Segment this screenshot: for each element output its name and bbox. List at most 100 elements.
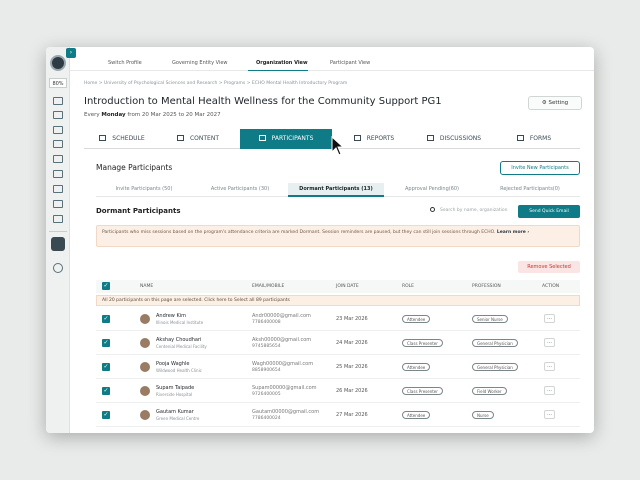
info-text: Participants who miss sessions based on … [102,230,496,235]
send-quick-email-button[interactable]: Send Quick Email [518,205,580,218]
table-header: ✓ NAME EMAIL/MOBILE JOIN DATE ROLE PROFE… [96,280,580,293]
help-icon[interactable] [53,263,63,273]
tab-forms[interactable]: FORMS [496,129,572,149]
participant-org: Wildwood Health Clinic [156,368,202,373]
form-icon [516,135,524,141]
role-badge: Attendee [402,363,431,371]
document-icon[interactable] [53,126,63,134]
breadcrumb[interactable]: Home > University of Psychological Scien… [84,81,347,86]
row-action-menu[interactable]: … [544,386,555,395]
participant-phone: 7786400008 [252,320,281,325]
column-name[interactable]: NAME [140,284,153,289]
tab-reports-label: REPORTS [366,135,395,142]
tab-discussions-label: DISCUSSIONS [439,135,482,142]
setting-button[interactable]: ⚙ Setting [528,96,582,110]
search-input[interactable]: Search by name, organization [430,205,526,217]
chart-icon[interactable] [53,111,63,119]
invite-new-participants-button[interactable]: Invite New Participants [500,161,580,175]
tab-reports[interactable]: REPORTS [336,129,412,149]
row-action-menu[interactable]: … [544,362,555,371]
profession-badge: General Physician [472,339,518,347]
role-badge: Class Presenter [402,339,443,347]
governing-entity-view-link[interactable]: Governing Entity View [172,60,227,66]
calendar-icon[interactable] [53,155,63,163]
mouse-cursor-icon [331,136,345,156]
select-all-checkbox[interactable]: ✓ [102,282,110,290]
calendar-icon [99,135,107,141]
select-all-banner[interactable]: All 20 participants on this page are sel… [96,295,580,306]
message-icon[interactable] [53,185,63,193]
organization-view-link[interactable]: Organization View [256,60,308,66]
role-badge: Attendee [402,315,431,323]
tab-participants[interactable]: PARTICIPANTS [240,129,332,149]
tab-participants-label: PARTICIPANTS [271,135,314,142]
column-profession[interactable]: PROFESSION [472,284,501,289]
dormant-info-banner: Participants who miss sessions based on … [96,225,580,247]
role-badge: Class Presenter [402,387,443,395]
participant-email: Andr00000@gmail.com [252,313,311,319]
profession-badge: Nurse [472,411,494,419]
search-icon [430,207,435,212]
avatar [140,362,150,372]
setting-button-label: Setting [548,100,569,106]
expand-sidebar-button[interactable]: › [66,48,76,58]
participant-org: Centenial Medical Facility [156,344,207,349]
column-role[interactable]: ROLE [402,284,414,289]
avatar [140,410,150,420]
profession-badge: Senior Nurse [472,315,508,323]
home-icon[interactable] [53,97,63,105]
document-icon [176,135,184,141]
tab-content[interactable]: CONTENT [160,129,236,149]
subtab-active[interactable]: Active Participants (30) [192,183,288,197]
switch-profile-link[interactable]: Switch Profile [108,60,142,66]
manage-participants-heading: Manage Participants [96,163,173,172]
column-email[interactable]: EMAIL/MOBILE [252,284,284,289]
search-placeholder: Search by name, organization [440,208,508,213]
schedule-prefix: Every [84,112,100,118]
row-checkbox[interactable]: ✓ [102,363,110,371]
participant-view-link[interactable]: Participant View [330,60,370,66]
tab-schedule[interactable]: SCHEDULE [84,129,160,149]
join-date: 26 Mar 2026 [336,388,368,394]
remove-selected-button[interactable]: Remove Selected [518,261,580,273]
row-checkbox[interactable]: ✓ [102,387,110,395]
row-checkbox[interactable]: ✓ [102,339,110,347]
row-checkbox[interactable]: ✓ [102,411,110,419]
table-row: ✓ Andrew Kim Illinois Medical Institute … [96,307,580,331]
user-avatar[interactable] [51,237,65,251]
join-date: 24 Mar 2026 [336,340,368,346]
subtab-invite[interactable]: Invite Participants (50) [96,183,192,197]
app-logo[interactable] [50,55,66,71]
row-checkbox[interactable]: ✓ [102,315,110,323]
subtab-rejected[interactable]: Rejected Participants(0) [480,183,580,197]
app-window: 80% Switch Profile Governing Entity View… [46,47,594,433]
tab-schedule-label: SCHEDULE [112,135,145,142]
row-action-menu[interactable]: … [544,338,555,347]
participant-name: Pooja Waghle [156,361,190,367]
role-badge: Attendee [402,411,431,419]
tab-discussions[interactable]: DISCUSSIONS [412,129,496,149]
subtab-approval-pending[interactable]: Approval Pending(60) [384,183,480,197]
edit-icon[interactable] [53,215,63,223]
participant-email: Aksh00000@gmail.com [252,337,312,343]
table-row: ✓ Akshay Choudhari Centenial Medical Fac… [96,331,580,355]
participant-org: Illinois Medical Institute [156,320,204,325]
building-icon[interactable] [53,140,63,148]
participant-email: Supam00000@gmail.com [252,385,317,391]
join-date: 27 Mar 2026 [336,412,368,418]
participant-email: Gautam00000@gmail.com [252,409,320,415]
participant-name: Akshay Choudhari [156,337,202,343]
avatar [140,386,150,396]
person-icon [258,135,266,141]
table-row: ✓ Supam Taipade Riverside Hospital Supam… [96,379,580,403]
link-icon[interactable] [53,200,63,208]
participant-phone: 8858900654 [252,368,281,373]
column-join-date[interactable]: JOIN DATE [336,284,359,289]
subtab-dormant[interactable]: Dormant Participants (13) [288,183,384,197]
image-icon[interactable] [53,170,63,178]
schedule-summary: Every Monday from 20 Mar 2025 to 20 Mar … [84,112,221,118]
row-action-menu[interactable]: … [544,410,555,419]
learn-more-link[interactable]: Learn more › [497,230,529,235]
row-action-menu[interactable]: … [544,314,555,323]
participant-org: Riverside Hospital [156,392,193,397]
